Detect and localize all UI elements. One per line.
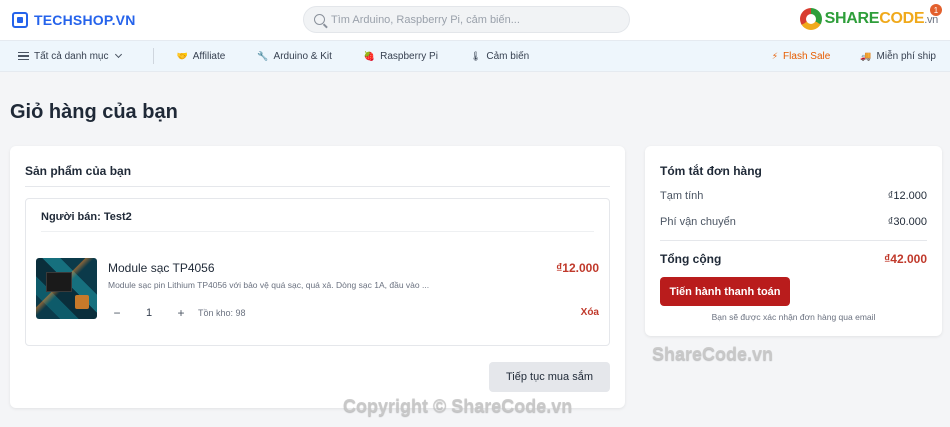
summary-title: Tóm tắt đơn hàng: [660, 164, 762, 178]
nav-item-raspberry-pi[interactable]: 🍓 Raspberry Pi: [364, 51, 438, 62]
nav-item-label: Raspberry Pi: [380, 50, 438, 62]
nav-divider: [153, 48, 155, 64]
subtotal-label: Tạm tính: [660, 190, 704, 202]
cart-count-badge[interactable]: 1: [930, 4, 942, 16]
nav-item-sensors[interactable]: 🌡 Cảm biến: [470, 51, 529, 62]
brand-logo[interactable]: TECHSHOP.VN: [12, 12, 136, 28]
total-label: Tổng cộng: [660, 252, 722, 266]
menu-icon: [18, 52, 29, 60]
nav-item-label: Cảm biến: [486, 50, 530, 62]
product-thumbnail[interactable]: [36, 258, 97, 319]
truck-icon: 🚚: [860, 50, 872, 61]
shipping-value: ₫30.000: [887, 216, 927, 228]
divider: [41, 231, 594, 232]
divider: [660, 240, 927, 241]
search-bar[interactable]: [303, 6, 630, 33]
sharecode-logo-part1: SHARE: [824, 10, 880, 27]
shipping-row: Phí vận chuyển ₫30.000: [660, 216, 927, 228]
total-row: Tổng cộng ₫42.000: [660, 252, 927, 266]
sharecode-watermark: ShareCode.vn: [652, 344, 774, 364]
raspberry-icon: 🍓: [363, 50, 376, 61]
seller-group: Người bán: Test2 Module sạc TP4056 Modul…: [25, 198, 610, 346]
search-input[interactable]: [331, 13, 611, 26]
continue-shopping-button[interactable]: Tiếp tục mua sắm: [489, 362, 610, 392]
handshake-icon: 🤝: [176, 50, 188, 61]
nav-item-label: Arduino & Kit: [273, 50, 332, 62]
lightning-icon: ⚡: [771, 50, 779, 61]
products-card: Sản phẩm của bạn Người bán: Test2 Module…: [10, 146, 625, 408]
sensor-icon: 🌡: [469, 50, 482, 61]
product-name[interactable]: Module sạc TP4056: [108, 261, 215, 275]
order-summary-card: Tóm tắt đơn hàng Tạm tính ₫12.000 Phí vậ…: [645, 146, 942, 336]
increase-quantity-button[interactable]: +: [172, 304, 190, 322]
subtotal-row: Tạm tính ₫12.000: [660, 190, 927, 202]
chip-icon: [12, 12, 28, 28]
quantity-stepper: − 1 + Tồn kho: 98: [108, 304, 246, 322]
nav-item-arduino[interactable]: 🔧 Arduino & Kit: [257, 51, 332, 62]
email-confirmation-note: Bạn sẽ được xác nhận đơn hàng qua email: [711, 312, 876, 322]
header: TECHSHOP.VN SHARECODE.vn 1: [0, 0, 950, 40]
nav-item-flash-sale[interactable]: ⚡ Flash Sale: [772, 51, 831, 62]
total-value: ₫42.000: [884, 252, 927, 266]
all-categories-label: Tất cả danh mục: [34, 50, 109, 62]
nav-right: ⚡ Flash Sale 🚚 Miễn phí ship: [772, 41, 936, 71]
flash-sale-label: Flash Sale: [783, 50, 831, 62]
sharecode-logo: SHARECODE.vn: [799, 8, 939, 30]
nav-item-free-ship[interactable]: 🚚 Miễn phí ship: [860, 51, 936, 62]
seller-name: Người bán: Test2: [41, 211, 132, 223]
tool-icon: 🔧: [257, 50, 269, 61]
nav-item-label: Affiliate: [192, 50, 226, 62]
sharecode-logo-text: SHARECODE.vn: [824, 10, 939, 28]
stock-info: Tồn kho: 98: [198, 308, 246, 318]
products-title: Sản phẩm của bạn: [25, 164, 132, 178]
chevron-down-icon: [115, 50, 123, 59]
sharecode-logo-part2: CODE: [879, 10, 925, 27]
quantity-value[interactable]: 1: [126, 307, 172, 319]
product-price: ₫12.000: [556, 261, 599, 275]
search-icon: [314, 14, 325, 25]
subtotal-value: ₫12.000: [887, 190, 927, 202]
brand-name: TECHSHOP.VN: [34, 12, 136, 28]
category-nav: Tất cả danh mục 🤝 Affiliate 🔧 Arduino & …: [0, 40, 950, 72]
decrease-quantity-button[interactable]: −: [108, 304, 126, 322]
nav-item-affiliate[interactable]: 🤝 Affiliate: [176, 51, 225, 62]
shipping-label: Phí vận chuyển: [660, 216, 736, 228]
page-title: Giỏ hàng của bạn: [10, 101, 178, 123]
header-right: SHARECODE.vn 1: [799, 4, 942, 30]
divider: [25, 186, 610, 187]
checkout-button[interactable]: Tiến hành thanh toán: [660, 277, 790, 306]
sharecode-mark-icon: [799, 8, 822, 30]
product-description: Module sạc pin Lithium TP4056 với bảo vệ…: [108, 280, 430, 290]
remove-item-button[interactable]: Xóa: [581, 307, 599, 318]
free-ship-label: Miễn phí ship: [876, 50, 936, 62]
all-categories-menu[interactable]: Tất cả danh mục: [18, 50, 123, 62]
